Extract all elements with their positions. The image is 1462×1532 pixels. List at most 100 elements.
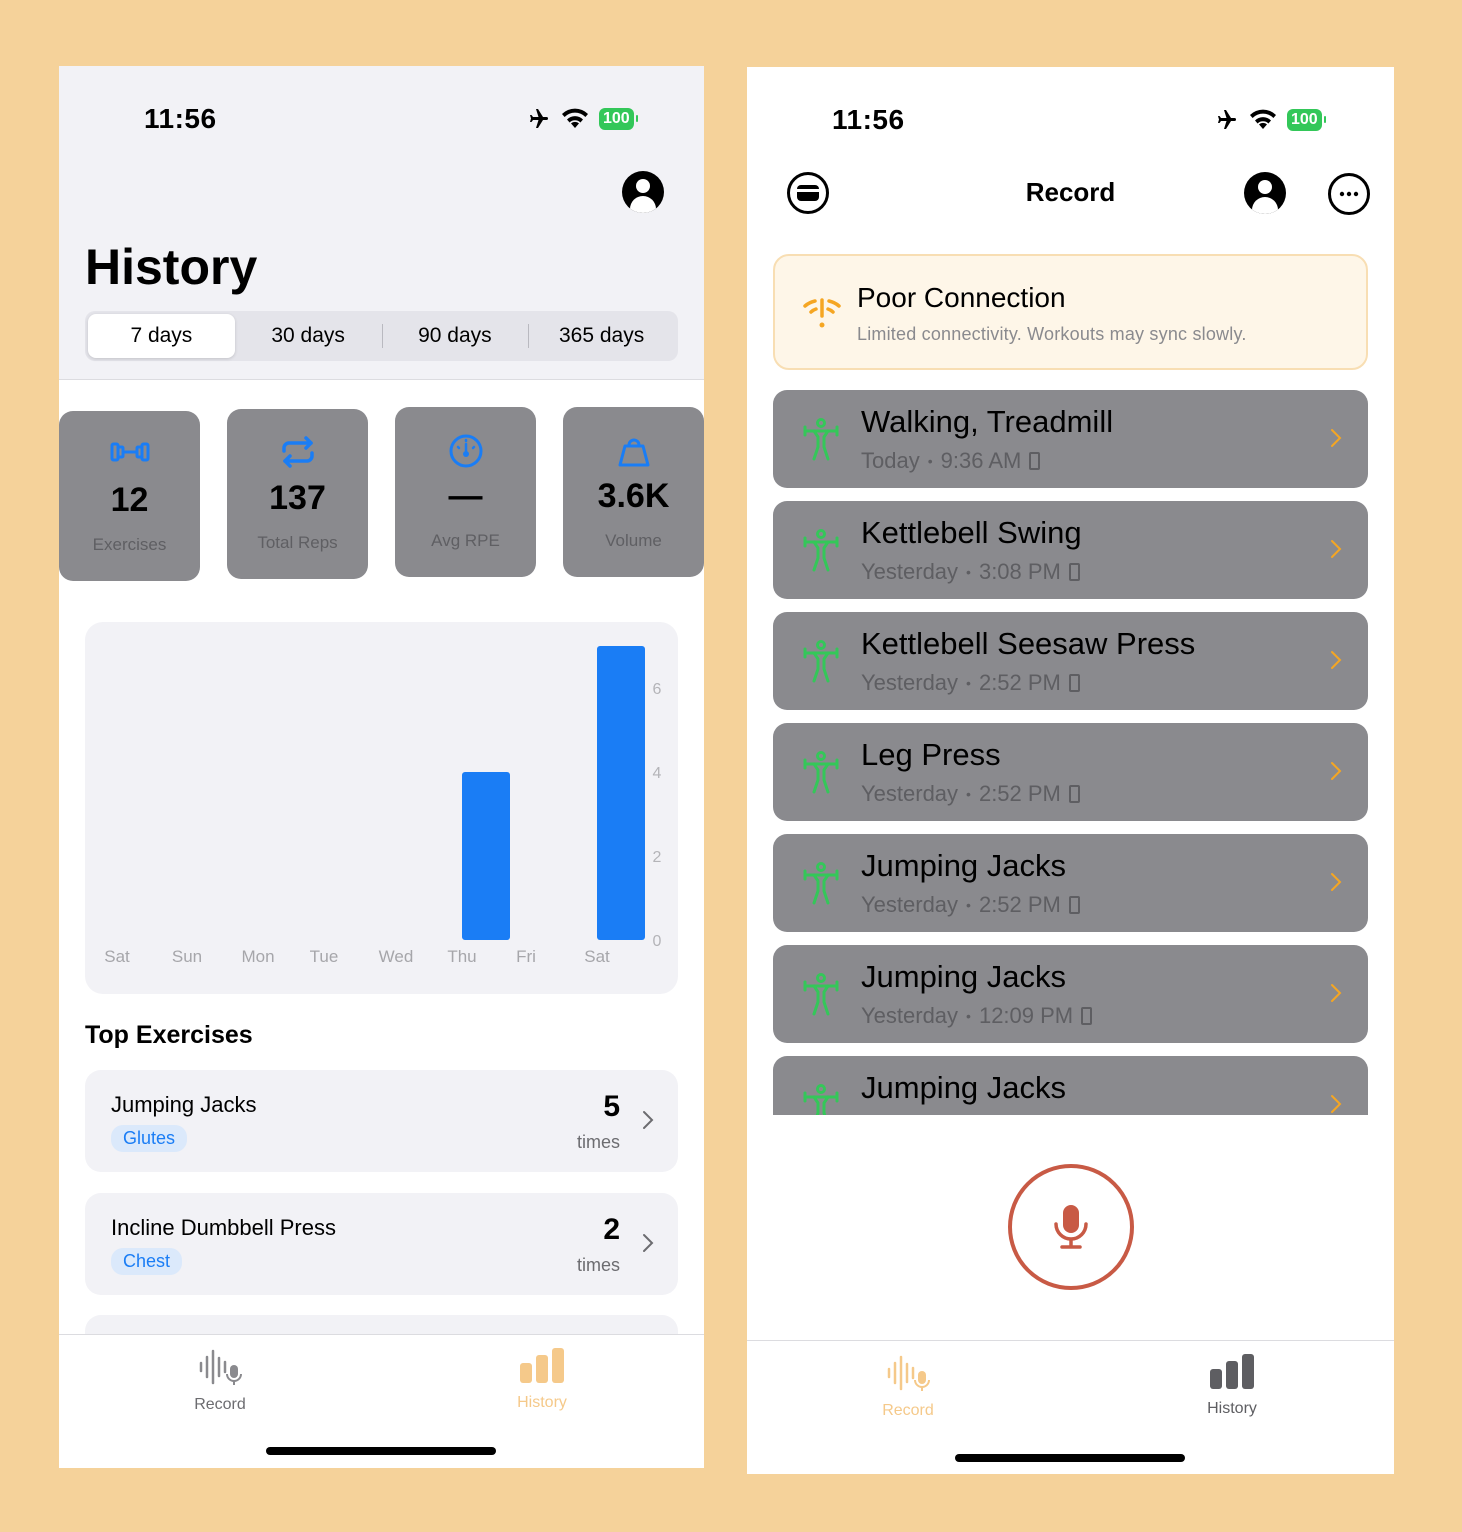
workout-item[interactable]: Jumping Jacks Yesterday • 12:09 PM [773,945,1368,1043]
exercise-figure-icon [803,862,839,905]
exercise-figure-icon [803,1084,839,1115]
x-tick-label: Fri [516,947,536,966]
status-time: 11:56 [144,103,217,134]
workout-name: Kettlebell Swing [861,515,1082,550]
status-time: 11:56 [832,104,905,135]
x-tick-label: Tue [310,947,339,966]
iphone-icon [1068,563,1080,581]
profile-avatar-button[interactable] [622,171,664,213]
x-tick-label: Sat [584,947,610,966]
exercise-figure-icon [803,973,839,1016]
workout-day: Yesterday [861,781,959,806]
tab-30-days[interactable]: 30 days [235,314,382,358]
banner-subtitle: Limited connectivity. Workouts may sync … [857,324,1247,344]
workout-meta: Yesterday • 3:08 PM [861,559,1080,585]
banner-title: Poor Connection [857,282,1066,313]
workout-meta: Today • 9:36 AM [861,448,1041,474]
workout-name: Jumping Jacks [861,959,1067,994]
battery-indicator: 100 [1287,109,1326,131]
tab-history[interactable]: History [1152,1353,1312,1418]
y-tick-label: 6 [653,681,662,698]
workout-item[interactable]: Leg Press Yesterday • 2:52 PM [773,723,1368,821]
gauge-icon [449,434,482,468]
workout-item[interactable]: Walking, Treadmill Today • 9:36 AM [773,390,1368,488]
meta-separator: • [966,675,971,691]
chevron-right-icon [643,1234,654,1252]
x-tick-label: Sun [172,947,202,966]
workout-time: 2:52 PM [978,670,1061,695]
chevron-right-icon [1331,651,1342,669]
workout-item[interactable]: Kettlebell Swing Yesterday • 3:08 PM [773,501,1368,599]
chevron-right-icon [643,1111,654,1129]
workout-name: Jumping Jacks [861,848,1067,883]
person-icon [1258,180,1272,194]
top-exercise-item[interactable]: Jumping Jacks Glutes 5 times [85,1070,678,1172]
workout-time: 2:52 PM [978,781,1061,806]
stat-card-volume: 3.6K Volume [563,407,704,577]
stat-value: 12 [110,481,149,519]
top-exercise-item[interactable]: Incline Dumbbell Press Chest 2 times [85,1193,678,1295]
profile-avatar-button[interactable] [1244,172,1286,214]
range-segmented-control: 7 days 30 days 90 days 365 days [85,311,678,361]
exercise-count-unit: times [576,1132,620,1152]
home-indicator[interactable] [266,1447,496,1455]
record-mic-button[interactable] [1008,1164,1134,1290]
tab-label: History [1207,1400,1257,1417]
more-options-button[interactable] [1328,173,1370,215]
meta-separator: • [966,786,971,802]
workout-meta: Yesterday • 12:09 PM [861,1003,1093,1029]
battery-indicator: 100 [599,108,638,130]
tab-365-days[interactable]: 365 days [528,314,675,358]
history-screen: 11:56 100 History 7 days 30 days 90 days… [59,66,704,1468]
tab-history[interactable]: History [462,1347,622,1412]
bar-chart-icon [520,1348,564,1383]
workout-item[interactable]: Kettlebell Seesaw Press Yesterday • 2:52 PM [773,612,1368,710]
stat-value: 3.6K [597,477,670,515]
tab-7-days[interactable]: 7 days [88,314,235,358]
tab-90-days[interactable]: 90 days [381,314,529,358]
tab-record[interactable]: Record [140,1347,300,1414]
activity-bar-chart: Sat Sun Mon Tue Wed Thu Fri Sat 0 2 4 6 [104,646,662,966]
person-icon [636,179,650,193]
iphone-icon [1068,674,1080,692]
chevron-right-icon [1331,1095,1342,1113]
exercise-count: 2 [603,1213,620,1246]
chevron-right-icon [1331,984,1342,1002]
iphone-icon [1068,896,1080,914]
exercise-figure-icon [803,529,839,572]
status-icons: 100 [525,107,638,131]
workout-name: Leg Press [861,737,1001,772]
workout-day: Yesterday [861,1003,959,1028]
stat-value: — [448,477,483,515]
tab-record[interactable]: Record [828,1353,988,1420]
workout-day: Today [861,448,920,473]
iphone-icon [1068,785,1080,803]
activity-chart: Sat Sun Mon Tue Wed Thu Fri Sat 0 2 4 6 [85,622,678,994]
workout-day: Yesterday [861,670,959,695]
airplane-icon [530,109,548,128]
chart-bar-7 [597,646,645,940]
x-tick-label: Thu [447,947,476,966]
tab-label: History [517,1394,567,1411]
workout-day: Yesterday [861,892,959,917]
stat-card-avg-rpe: — Avg RPE [395,407,536,577]
meta-separator: • [927,453,933,469]
stat-label: Exercises [92,535,167,554]
section-title-top-exercises: Top Exercises [85,1021,253,1049]
home-indicator[interactable] [955,1454,1185,1462]
workout-meta: Yesterday • 2:52 PM [861,892,1080,918]
tab-bar: Record History [747,1340,1394,1474]
workout-time: 3:08 PM [978,559,1061,584]
workout-day: Yesterday [861,559,959,584]
exercise-name: Incline Dumbbell Press [111,1215,336,1240]
bar-chart-icon [1210,1354,1254,1389]
workout-item[interactable]: Jumping Jacks [773,1056,1368,1115]
chevron-right-icon [1331,873,1342,891]
muscle-tag: Glutes [111,1125,188,1152]
history-header: 11:56 100 History 7 days 30 days 90 days… [59,66,704,380]
muscle-tag: Chest [111,1248,183,1275]
workout-item[interactable]: Jumping Jacks Yesterday • 2:52 PM [773,834,1368,932]
x-tick-label: Sat [104,947,130,966]
y-tick-label: 0 [653,933,662,950]
x-tick-label: Mon [241,947,274,966]
